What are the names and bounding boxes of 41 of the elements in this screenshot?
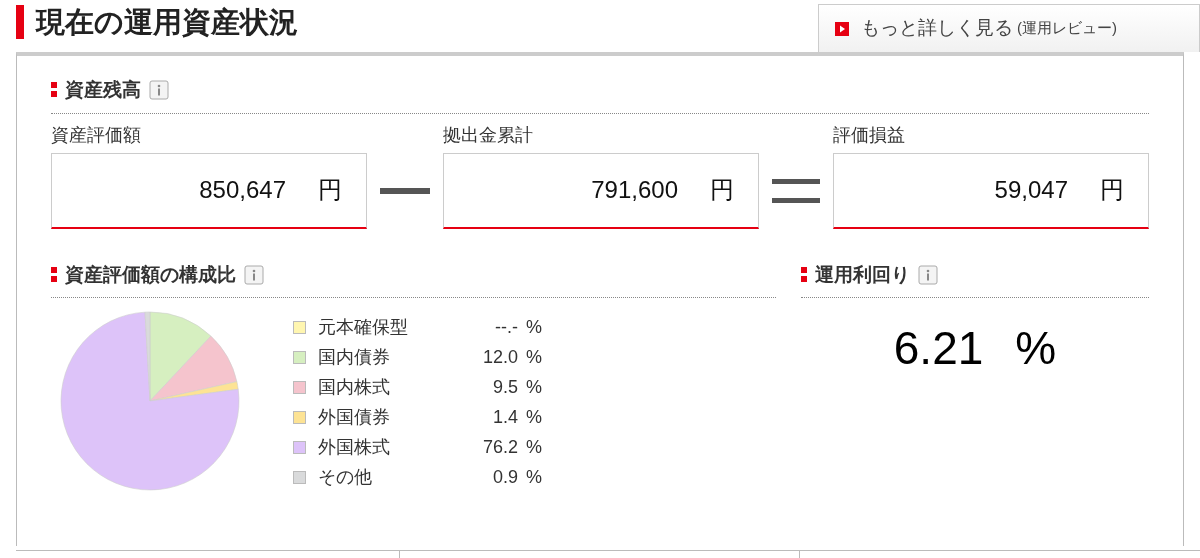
more-details-link[interactable]: もっと詳しく見る (運用レビュー) [818,4,1200,52]
amount-field: 59,047 円 [833,152,1149,229]
field-label: 評価損益 [833,123,906,147]
amount-field: 791,600 円 [443,152,759,229]
legend-unit: % [526,375,542,399]
section-marker-icon [51,81,57,100]
section-title: 運用利回り [815,262,910,287]
legend-unit: % [526,465,542,489]
legend-unit: % [526,315,542,339]
legend-label: 外国債券 [318,405,391,429]
info-icon[interactable] [244,264,264,285]
info-icon[interactable] [918,264,938,285]
section-title: 資産残高 [65,78,141,102]
legend-unit: % [526,345,542,369]
legend-value: 12.0 [481,345,518,369]
field-label: 拠出金累計 [443,123,534,147]
section-title: 資産評価額の構成比 [65,262,236,287]
yield-value: 6.21 [893,321,984,376]
legend-label: その他 [318,465,373,489]
legend-value: 9.5 [491,375,518,399]
yield-unit: % [1015,321,1057,376]
legend-value: 0.9 [491,465,518,489]
legend-label: 国内債券 [318,345,391,369]
equals-icon [772,178,820,203]
legend-unit: % [526,435,542,459]
field-label: 資産評価額 [51,123,142,147]
legend-label: 元本確保型 [318,315,409,339]
section-marker-icon [51,265,57,284]
amount-field: 850,647 円 [51,152,367,229]
minus-icon [380,187,430,194]
legend-value: 1.4 [491,405,518,429]
section-marker-icon [801,265,807,284]
legend-value: --.- [494,315,518,339]
play-icon [835,21,849,36]
legend-label: 国内株式 [318,375,391,399]
page-title: 現在の運用資産状況 [36,4,298,40]
legend-value: 76.2 [481,435,518,459]
info-icon[interactable] [149,80,169,101]
legend-unit: % [526,405,542,429]
title-bar-icon [16,5,24,40]
legend-label: 外国株式 [318,435,391,459]
